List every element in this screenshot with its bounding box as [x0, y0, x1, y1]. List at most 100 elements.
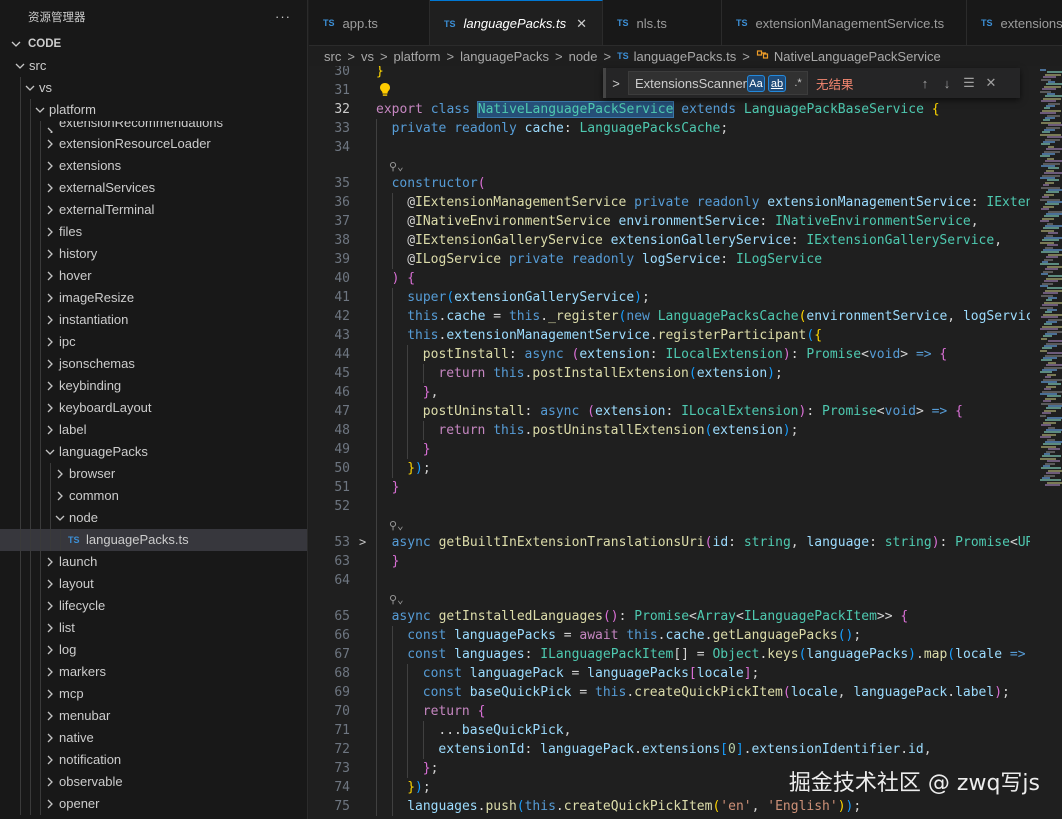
indent-guide [391, 364, 393, 383]
tree-file-item[interactable]: TS languagePacks.ts [0, 529, 307, 551]
code-editor[interactable]: 30} 31 32 export class NativeLanguagePackSe… [309, 66, 1030, 819]
breadcrumb-item[interactable]: languagePacks [460, 49, 549, 64]
match-case-toggle[interactable]: Aa [747, 75, 765, 92]
whole-word-toggle[interactable]: ab [768, 75, 786, 92]
code-token: new [626, 309, 658, 324]
indent-guide [20, 485, 21, 507]
next-match-icon[interactable]: ↓ [936, 76, 958, 91]
tree-folder-item[interactable]: keyboardLayout [0, 397, 307, 419]
close-tab-icon[interactable]: ✕ [576, 16, 587, 32]
tree-folder-item[interactable]: log [0, 639, 307, 661]
tree-folder-item[interactable]: extensionRecommendations [0, 121, 307, 133]
tree-folder-item[interactable]: mcp [0, 683, 307, 705]
indent-guide [30, 133, 31, 155]
breadcrumb-item[interactable]: platform [394, 49, 441, 64]
tree-folder-item[interactable]: jsonschemas [0, 353, 307, 375]
code-token: getBuiltInExtensionTranslationsUri [438, 535, 705, 550]
tree-folder-item[interactable]: instantiation [0, 309, 307, 331]
tree-folder-item[interactable]: imageResize [0, 287, 307, 309]
code-text: }; [423, 759, 439, 778]
tree-folder-item[interactable]: src [0, 55, 307, 77]
tree-folder-item[interactable]: history [0, 243, 307, 265]
tree-folder-item[interactable]: common [0, 485, 307, 507]
find-input[interactable]: ExtensionsScanner Aa ab .* [628, 71, 808, 95]
indent-guide [376, 797, 377, 816]
tree-folder-item[interactable]: node [0, 507, 307, 529]
indent-guide [30, 793, 31, 815]
code-token: [ [720, 742, 728, 757]
toggle-replace-icon[interactable]: > [608, 76, 624, 91]
tree-folder-item[interactable]: lifecycle [0, 595, 307, 617]
tab-app-ts[interactable]: TS app.ts [309, 0, 430, 45]
code-token: : [720, 252, 736, 267]
tree-folder-item[interactable]: files [0, 221, 307, 243]
tree-folder-item[interactable]: languagePacks [0, 441, 307, 463]
indent-guide [40, 727, 41, 749]
code-text: languages.push(this.createQuickPickItem(… [407, 797, 861, 816]
tree-item-label: files [59, 224, 83, 239]
code-line: 43 this.extensionManagementService.regist… [309, 326, 1030, 345]
tree-folder-item[interactable]: extensions [0, 155, 307, 177]
tree-folder-item[interactable]: browser [0, 463, 307, 485]
code-token: languages [454, 647, 525, 662]
tab-extensions[interactable]: TS extensions [967, 0, 1062, 45]
tree-folder-item[interactable]: keybinding [0, 375, 307, 397]
tree-folder-item[interactable]: platform [0, 99, 307, 121]
breadcrumb-symbol[interactable]: NativeLanguagePackService [774, 49, 941, 64]
tree-folder-item[interactable]: notification [0, 749, 307, 771]
tab-languagepacks-ts[interactable]: TS languagePacks.ts ✕ [430, 0, 603, 45]
chevron-right-icon [44, 683, 56, 705]
minimap[interactable] [1030, 66, 1062, 819]
find-in-selection-icon[interactable]: ☰ [958, 75, 980, 91]
indent-guide [40, 749, 41, 771]
workspace-root[interactable]: CODE [0, 33, 307, 55]
breadcrumb-file[interactable]: languagePacks.ts [634, 49, 737, 64]
tree-folder-item[interactable]: ipc [0, 331, 307, 353]
code-token: LanguagePacksCache [579, 121, 721, 136]
tree-folder-item[interactable]: externalServices [0, 177, 307, 199]
indent-guide [20, 99, 21, 121]
code-token: > [900, 347, 916, 362]
fold-chevron-icon[interactable]: > [359, 533, 366, 552]
tree-folder-item[interactable]: list [0, 617, 307, 639]
indent-guide [30, 551, 31, 573]
tree-folder-item[interactable]: opener [0, 793, 307, 815]
tree-item-label: markers [59, 664, 106, 679]
code-text: constructor( [392, 174, 486, 193]
tree-folder-item[interactable]: native [0, 727, 307, 749]
tree-folder-item[interactable]: hover [0, 265, 307, 287]
tree-folder-item[interactable]: menubar [0, 705, 307, 727]
tree-folder-item[interactable]: label [0, 419, 307, 441]
previous-match-icon[interactable]: ↑ [914, 76, 936, 91]
code-token: ; [1002, 685, 1010, 700]
code-token: Promise [822, 404, 877, 419]
indent-guide [376, 231, 377, 250]
tree-folder-item[interactable]: layout [0, 573, 307, 595]
breadcrumb-item[interactable]: node [569, 49, 598, 64]
close-find-icon[interactable]: ✕ [980, 75, 1002, 91]
tree-item-label: notification [59, 752, 122, 767]
code-token: label [955, 685, 995, 700]
code-token: id [712, 535, 729, 550]
tree-folder-item[interactable]: observable [0, 771, 307, 793]
tree-folder-item[interactable]: launch [0, 551, 307, 573]
code-token: ) [782, 347, 791, 362]
tree-item-label: src [29, 58, 47, 73]
tree-folder-item[interactable]: externalTerminal [0, 199, 307, 221]
tab-nls-ts[interactable]: TS nls.ts [603, 0, 722, 45]
code-token: ( [602, 609, 611, 624]
code-token: this [407, 328, 439, 343]
breadcrumb-item[interactable]: vs [361, 49, 374, 64]
code-token: this [508, 309, 541, 324]
tree-folder-item[interactable]: extensionResourceLoader [0, 133, 307, 155]
breadcrumb-item[interactable]: src [324, 49, 341, 64]
breadcrumb-separator-icon: > [347, 48, 355, 64]
indent-guide [391, 797, 393, 816]
line-number: 74 [334, 780, 350, 795]
more-actions-icon[interactable]: ··· [275, 9, 291, 24]
tree-folder-item[interactable]: vs [0, 77, 307, 99]
code-token: super [407, 290, 447, 305]
regex-toggle[interactable]: .* [789, 75, 807, 92]
tree-folder-item[interactable]: markers [0, 661, 307, 683]
tab-extensionmanagementservice-ts[interactable]: TS extensionManagementService.ts [722, 0, 967, 45]
